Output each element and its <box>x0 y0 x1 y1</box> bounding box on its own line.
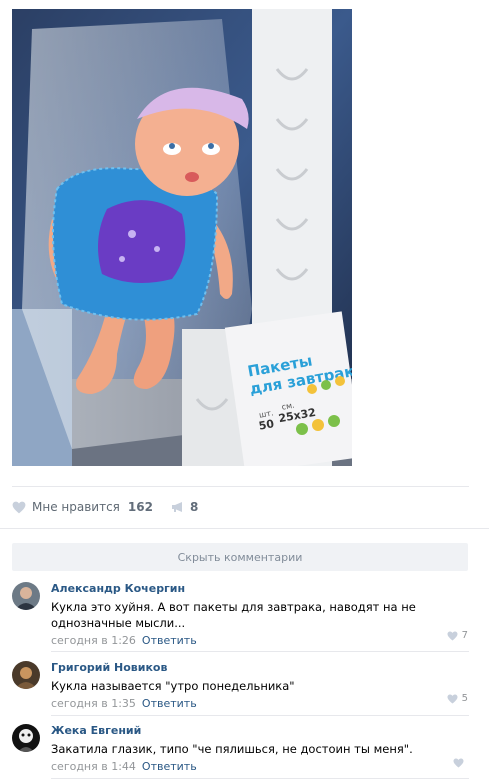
comment-author[interactable]: Жека Евгений <box>51 724 468 738</box>
comment-like-count: 7 <box>461 630 468 641</box>
comment: Григорий Новиков Кукла называется "утро … <box>12 661 468 710</box>
post-divider <box>12 486 469 487</box>
post-actions: Мне нравится 162 8 <box>12 498 198 516</box>
avatar[interactable] <box>12 724 40 752</box>
comment-author[interactable]: Григорий Новиков <box>51 661 468 675</box>
comment-author[interactable]: Александр Кочергин <box>51 582 468 596</box>
comment-divider <box>51 651 469 652</box>
comment: Жека Евгений Закатила глазик, типо "че п… <box>12 724 468 773</box>
share-button[interactable]: 8 <box>171 500 198 514</box>
share-count: 8 <box>189 500 199 514</box>
comment-like-count: 5 <box>461 693 468 704</box>
comment-meta: сегодня в 1:44 Ответить <box>51 760 468 773</box>
avatar[interactable] <box>12 582 40 610</box>
heart-icon <box>447 693 458 704</box>
comment-like-button[interactable] <box>453 758 468 768</box>
actions-divider <box>0 528 489 529</box>
like-label: Мне нравится <box>32 500 120 514</box>
hide-comments-button[interactable]: Скрыть комментарии <box>12 543 468 571</box>
megaphone-icon <box>171 502 182 512</box>
comment-date[interactable]: сегодня в 1:35 <box>51 697 136 710</box>
avatar[interactable] <box>12 661 40 689</box>
reply-link[interactable]: Ответить <box>142 760 197 773</box>
like-count: 162 <box>127 500 153 514</box>
comment-divider <box>51 778 469 779</box>
comment-like-button[interactable]: 5 <box>447 693 468 704</box>
comment: Александр Кочергин Кукла это хуйня. А во… <box>12 582 468 647</box>
heart-icon <box>453 758 464 768</box>
comment-date[interactable]: сегодня в 1:44 <box>51 760 136 773</box>
reply-link[interactable]: Ответить <box>142 697 197 710</box>
comment-text: Закатила глазик, типо "че пялишься, не д… <box>51 742 413 756</box>
comment-like-button[interactable]: 7 <box>447 630 468 641</box>
comment-text: Кукла это хуйня. А вот пакеты для завтра… <box>51 600 416 630</box>
heart-icon <box>447 630 458 641</box>
comment-divider <box>51 715 469 716</box>
heart-icon <box>12 501 26 513</box>
comment-meta: сегодня в 1:26 Ответить <box>51 634 468 647</box>
package-count: 50 <box>258 417 276 433</box>
comment-text: Кукла называется "утро понедельника" <box>51 679 295 693</box>
comment-date[interactable]: сегодня в 1:26 <box>51 634 136 647</box>
comment-meta: сегодня в 1:35 Ответить <box>51 697 468 710</box>
post-photo[interactable]: Пакеты для завтрака шт. см. 50 25x32 <box>12 9 352 466</box>
like-button[interactable]: Мне нравится 162 <box>12 500 153 514</box>
reply-link[interactable]: Ответить <box>142 634 197 647</box>
